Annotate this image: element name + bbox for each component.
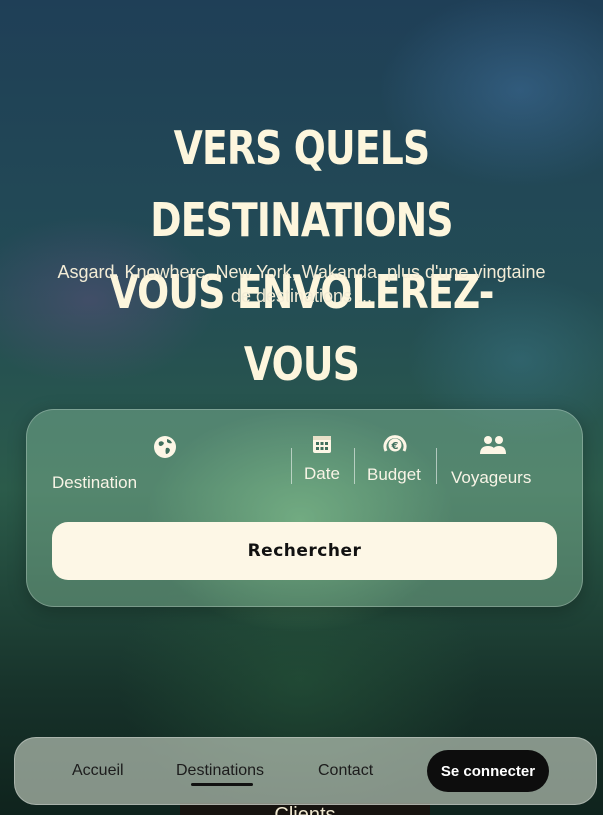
destination-label: Destination (52, 473, 138, 492)
active-nav-indicator (191, 783, 253, 786)
date-field[interactable]: Date (299, 432, 353, 492)
hero-subtitle: Asgard, Knowhere, New York, Wakanda, plu… (20, 260, 583, 308)
nav-link-destinations[interactable]: Destinations (176, 762, 264, 780)
divider (354, 448, 355, 484)
travelers-field[interactable]: Voyageurs (450, 432, 550, 492)
euro-coin-icon: € (383, 434, 407, 461)
budget-label: Budget (367, 465, 421, 484)
people-icon (479, 435, 507, 460)
nav-link-accueil[interactable]: Accueil (72, 762, 124, 780)
hero-title: Vers quels destinations vous envolerez-v… (54, 112, 548, 400)
calendar-icon (312, 434, 332, 459)
divider (291, 448, 292, 484)
svg-text:€: € (391, 441, 399, 452)
nav-link-contact[interactable]: Contact (318, 762, 373, 780)
divider (436, 448, 437, 484)
travelers-label: Voyageurs (451, 468, 532, 487)
login-button[interactable]: Se connecter (427, 750, 549, 792)
hero-title-line-1: Vers quels destinations (150, 121, 453, 247)
search-card: Destination Date € Budget Voyageurs Rech… (26, 409, 583, 607)
date-label: Date (304, 464, 340, 483)
destination-field[interactable]: Destination (52, 432, 292, 502)
search-button[interactable]: Rechercher (52, 522, 557, 580)
budget-field[interactable]: € Budget (363, 432, 433, 492)
hero-subtitle-line-2: de destinations ... (230, 286, 373, 306)
globe-icon (153, 435, 177, 464)
hero-subtitle-line-1: Asgard, Knowhere, New York, Wakanda, plu… (57, 262, 546, 282)
bottom-navbar: Accueil Destinations Contact Se connecte… (14, 737, 597, 805)
